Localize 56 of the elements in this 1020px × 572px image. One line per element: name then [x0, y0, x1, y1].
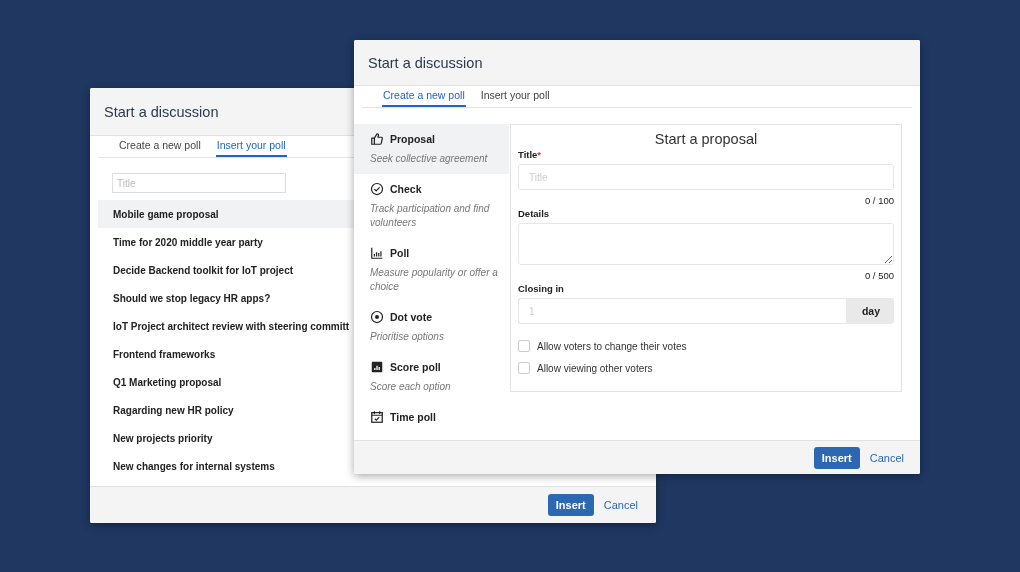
poll-type-item[interactable]: Score poll Score each option: [354, 352, 509, 402]
tab[interactable]: Create a new poll: [382, 86, 466, 107]
tab[interactable]: Insert your poll: [479, 86, 551, 107]
poll-type-item[interactable]: Poll Measure popularity or offer a choice: [354, 238, 509, 302]
tab[interactable]: Insert your poll: [215, 136, 287, 157]
unit-label: day: [845, 298, 894, 324]
tab[interactable]: Create a new poll: [118, 136, 202, 157]
poll-type-item[interactable]: Proposal Seek collective agreement: [354, 124, 509, 174]
score-chart-icon: [370, 360, 384, 374]
cancel-link[interactable]: Cancel: [867, 449, 906, 466]
form-heading: Start a proposal: [653, 131, 759, 147]
poll-type-description: Track participation and find volunteers: [370, 202, 491, 230]
poll-type-description: Seek collective agreement: [370, 152, 489, 166]
poll-type-item[interactable]: Time poll: [354, 402, 509, 432]
poll-type-description: Score each option: [370, 380, 452, 394]
poll-item[interactable]: Ragarding new HR policy: [98, 396, 354, 424]
poll-item[interactable]: IoT Project architect review with steering committ: [98, 312, 354, 340]
poll-item[interactable]: Should we stop legacy HR apps?: [98, 284, 354, 312]
insert-button[interactable]: Insert: [813, 446, 860, 469]
poll-type-name: Poll: [390, 247, 410, 259]
poll-item[interactable]: New projects priority: [98, 424, 354, 452]
calendar-check-icon: [370, 410, 384, 424]
poll-item[interactable]: Q1 Marketing proposal: [98, 368, 354, 396]
checkbox[interactable]: [518, 362, 530, 374]
poll-type-description: Measure popularity or offer a choice: [370, 266, 499, 294]
character-counter: 0 / 500: [864, 270, 894, 281]
thumbs-up-icon: [370, 132, 384, 146]
poll-item[interactable]: Mobile game proposal: [98, 200, 354, 228]
character-counter: 0 / 100: [864, 195, 894, 206]
poll-item[interactable]: Decide Backend toolkit for IoT project: [98, 256, 354, 284]
details-field[interactable]: [518, 223, 894, 265]
dialog-title: Start a discussion: [368, 54, 483, 71]
poll-item[interactable]: Time for 2020 middle year party: [98, 228, 354, 256]
dot-circle-icon: [370, 310, 384, 324]
field-label: Closing in: [518, 283, 565, 294]
poll-type-item[interactable]: Dot vote Prioritise options: [354, 302, 509, 352]
dialog-title: Start a discussion: [104, 103, 219, 120]
poll-type-description: Prioritise options: [370, 330, 445, 344]
poll-type-name: Check: [390, 183, 422, 195]
title-field[interactable]: Title: [112, 173, 286, 193]
poll-type-name: Score poll: [390, 361, 441, 373]
checkbox[interactable]: [518, 340, 530, 352]
poll-item[interactable]: New changes for internal systems: [98, 452, 354, 480]
poll-item[interactable]: Frontend frameworks: [98, 340, 354, 368]
cancel-link[interactable]: Cancel: [601, 497, 640, 513]
checkbox-label: Allow voters to change their votes: [537, 340, 687, 352]
poll-type-item[interactable]: Check Track participation and find volunteers: [354, 174, 509, 238]
check-circle-icon: [370, 182, 384, 196]
insert-button[interactable]: Insert: [547, 494, 594, 516]
field-label: Title*: [518, 149, 543, 160]
field-label: Details: [518, 208, 551, 219]
bar-chart-icon: [370, 246, 384, 260]
checkbox-label: Allow viewing other voters: [537, 362, 653, 374]
poll-type-name: Dot vote: [390, 311, 432, 323]
poll-type-name: Proposal: [390, 133, 435, 145]
poll-type-name: Time poll: [390, 411, 436, 423]
